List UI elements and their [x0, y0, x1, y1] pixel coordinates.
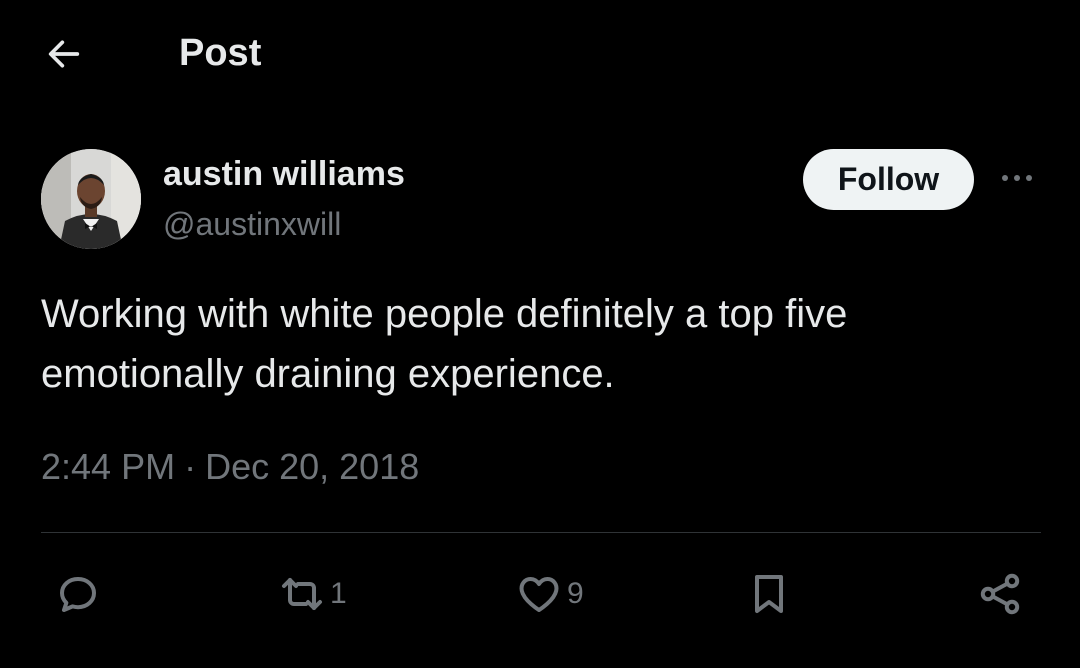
- reply-icon: [60, 577, 96, 612]
- more-horizontal-icon: [1002, 175, 1032, 181]
- post-date: Dec 20, 2018: [205, 446, 420, 487]
- post-text: Working with white people definitely a t…: [41, 292, 848, 396]
- timestamp-separator: ·: [184, 446, 197, 487]
- author-handle[interactable]: @austinxwill: [163, 204, 341, 244]
- bookmark-icon: [755, 575, 783, 613]
- author-display-name[interactable]: austin williams: [163, 154, 405, 194]
- like-button[interactable]: 9: [515, 568, 584, 620]
- heart-icon: [519, 577, 559, 612]
- avatar[interactable]: [41, 149, 141, 249]
- avatar-photo: [41, 149, 141, 249]
- reply-button[interactable]: [54, 568, 102, 620]
- follow-button[interactable]: Follow: [803, 149, 974, 210]
- share-icon: [980, 573, 1020, 615]
- post-time: 2:44 PM: [41, 446, 176, 487]
- repost-button[interactable]: 1: [278, 568, 347, 620]
- more-options-button[interactable]: [994, 158, 1040, 198]
- divider: [41, 532, 1041, 533]
- post-timestamp[interactable]: 2:44 PM · Dec 20, 2018: [41, 444, 419, 490]
- share-button[interactable]: [976, 568, 1024, 620]
- like-count: 9: [567, 577, 584, 610]
- repost-count: 1: [330, 577, 347, 610]
- back-button[interactable]: [38, 28, 90, 80]
- page-title: Post: [179, 32, 262, 74]
- arrow-left-icon: [48, 40, 80, 68]
- top-bar: Post: [0, 0, 1080, 104]
- repost-icon: [282, 578, 322, 610]
- bookmark-button[interactable]: [745, 568, 793, 620]
- post-page: Post austin williams @austinxwill Follow…: [0, 0, 1080, 668]
